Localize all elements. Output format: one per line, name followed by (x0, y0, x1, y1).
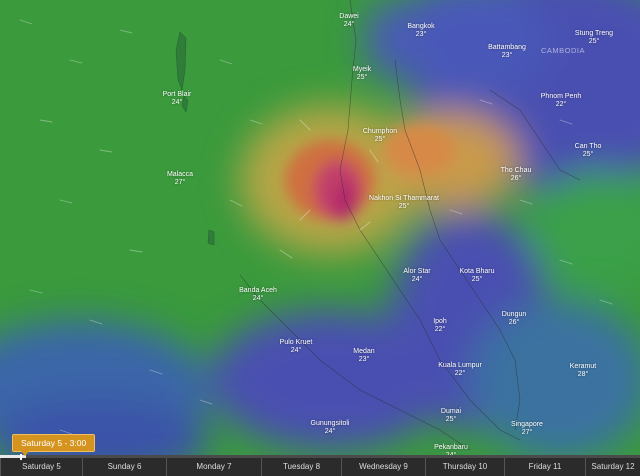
city-label-malacca[interactable]: Malacca 27° (167, 171, 193, 187)
city-temp: 25° (445, 416, 457, 423)
city-temp: 22° (555, 101, 567, 108)
current-time-bubble: Saturday 5 - 3:00 (12, 434, 96, 456)
timeline-day[interactable]: Tuesday 8 (261, 458, 341, 476)
city-temp: 22° (434, 326, 446, 333)
city-temp: 24° (171, 99, 183, 106)
city-temp: 25° (582, 151, 594, 158)
city-name: Gunungsitoli (310, 420, 350, 427)
city-name: Tho Chau (500, 167, 532, 174)
city-name: Dungun (501, 311, 527, 318)
city-name: Dumai (440, 408, 462, 415)
city-label-chumphon[interactable]: Chumphon 25° (363, 128, 397, 144)
city-temp: 24° (411, 276, 423, 283)
city-temp: 22° (454, 370, 466, 377)
city-temp: 25° (398, 203, 410, 210)
city-name: Alor Star (403, 268, 431, 275)
city-name: Medan (353, 348, 375, 355)
city-label-pulo-kruet[interactable]: Pulo Kruet 24° (280, 339, 313, 355)
timeline-day[interactable]: Friday 11 (504, 458, 585, 476)
city-temp: 23° (358, 356, 370, 363)
city-temp: 25° (356, 74, 368, 81)
city-temp: 25° (471, 276, 483, 283)
city-name: Banda Aceh (239, 287, 277, 294)
city-name: Pulo Kruet (279, 339, 313, 346)
city-temp: 26° (510, 175, 522, 182)
timeline-day[interactable]: Thursday 10 (425, 458, 504, 476)
city-temp: 27° (174, 179, 186, 186)
timeline-day[interactable]: Wednesday 9 (341, 458, 425, 476)
city-name: Bangkok (407, 23, 435, 30)
city-name: Chumphon (362, 128, 398, 135)
timeline-day[interactable]: Sunday 6 (82, 458, 166, 476)
city-label-dungun[interactable]: Dungun 26° (502, 311, 527, 327)
city-label-can-tho[interactable]: Can Tho 25° (575, 143, 602, 159)
city-temp: 27° (521, 429, 533, 436)
wind-map[interactable] (0, 0, 640, 476)
city-name: Can Tho (574, 143, 602, 150)
city-label-myeik[interactable]: Myeik 25° (353, 66, 371, 82)
city-temp: 24° (324, 428, 336, 435)
city-name: Phnom Penh (540, 93, 582, 100)
city-label-gunungsitoli[interactable]: Gunungsitoli 24° (311, 420, 350, 436)
city-label-medan[interactable]: Medan 23° (353, 348, 374, 364)
city-label-battambang[interactable]: Battambang 23° (488, 44, 526, 60)
city-label-kota-bharu[interactable]: Kota Bharu 25° (459, 268, 494, 284)
city-temp: 23° (501, 52, 513, 59)
city-temp: 26° (508, 319, 520, 326)
city-label-dawei[interactable]: Dawei 24° (339, 13, 358, 29)
city-label-ipoh[interactable]: Ipoh 22° (433, 318, 447, 334)
city-name: Stung Treng (574, 30, 614, 37)
city-label-singapore[interactable]: Singapore 27° (511, 421, 543, 437)
city-temp: 24° (252, 295, 264, 302)
city-label-alor-star[interactable]: Alor Star 24° (403, 268, 430, 284)
timeline-day[interactable]: Saturday 12 (585, 458, 640, 476)
city-name: Singapore (511, 421, 543, 428)
city-label-nakhon-si-thammarat[interactable]: Nakhon Si Thammarat 25° (369, 195, 439, 211)
city-temp: 25° (374, 136, 386, 143)
city-name: Ipoh (433, 318, 447, 325)
city-name: Myeik (352, 66, 372, 73)
city-label-port-blair[interactable]: Port Blair 24° (163, 91, 192, 107)
city-label-tho-chau[interactable]: Tho Chau 26° (501, 167, 532, 183)
city-label-keramut[interactable]: Keramut 28° (570, 363, 596, 379)
city-name: Kota Bharu (459, 268, 495, 275)
timeline-day[interactable]: Saturday 5 (0, 458, 82, 476)
city-temp: 28° (577, 371, 589, 378)
city-temp: 24° (343, 21, 355, 28)
city-name: Dawei (339, 13, 359, 20)
city-label-banda-aceh[interactable]: Banda Aceh 24° (239, 287, 277, 303)
city-temp: 23° (415, 31, 427, 38)
city-label-dumai[interactable]: Dumai 25° (441, 408, 461, 424)
city-label-stung-treng[interactable]: Stung Treng 25° (575, 30, 613, 46)
city-name: Nakhon Si Thammarat (369, 195, 439, 202)
country-label: CAMBODIA (540, 46, 586, 55)
city-name: Malacca (166, 171, 194, 178)
city-name: Kuala Lumpur (438, 362, 482, 369)
city-name: Port Blair (162, 91, 192, 98)
city-label-bangkok[interactable]: Bangkok 23° (407, 23, 434, 39)
city-label-phnom-penh[interactable]: Phnom Penh 22° (541, 93, 581, 109)
city-label-kuala-lumpur[interactable]: Kuala Lumpur 22° (438, 362, 482, 378)
city-temp: 24° (290, 347, 302, 354)
city-temp: 25° (588, 38, 600, 45)
city-name: Pekanbaru (434, 444, 468, 451)
timeline-day[interactable]: Monday 7 (166, 458, 261, 476)
city-name: Battambang (488, 44, 526, 51)
city-name: Keramut (569, 363, 597, 370)
